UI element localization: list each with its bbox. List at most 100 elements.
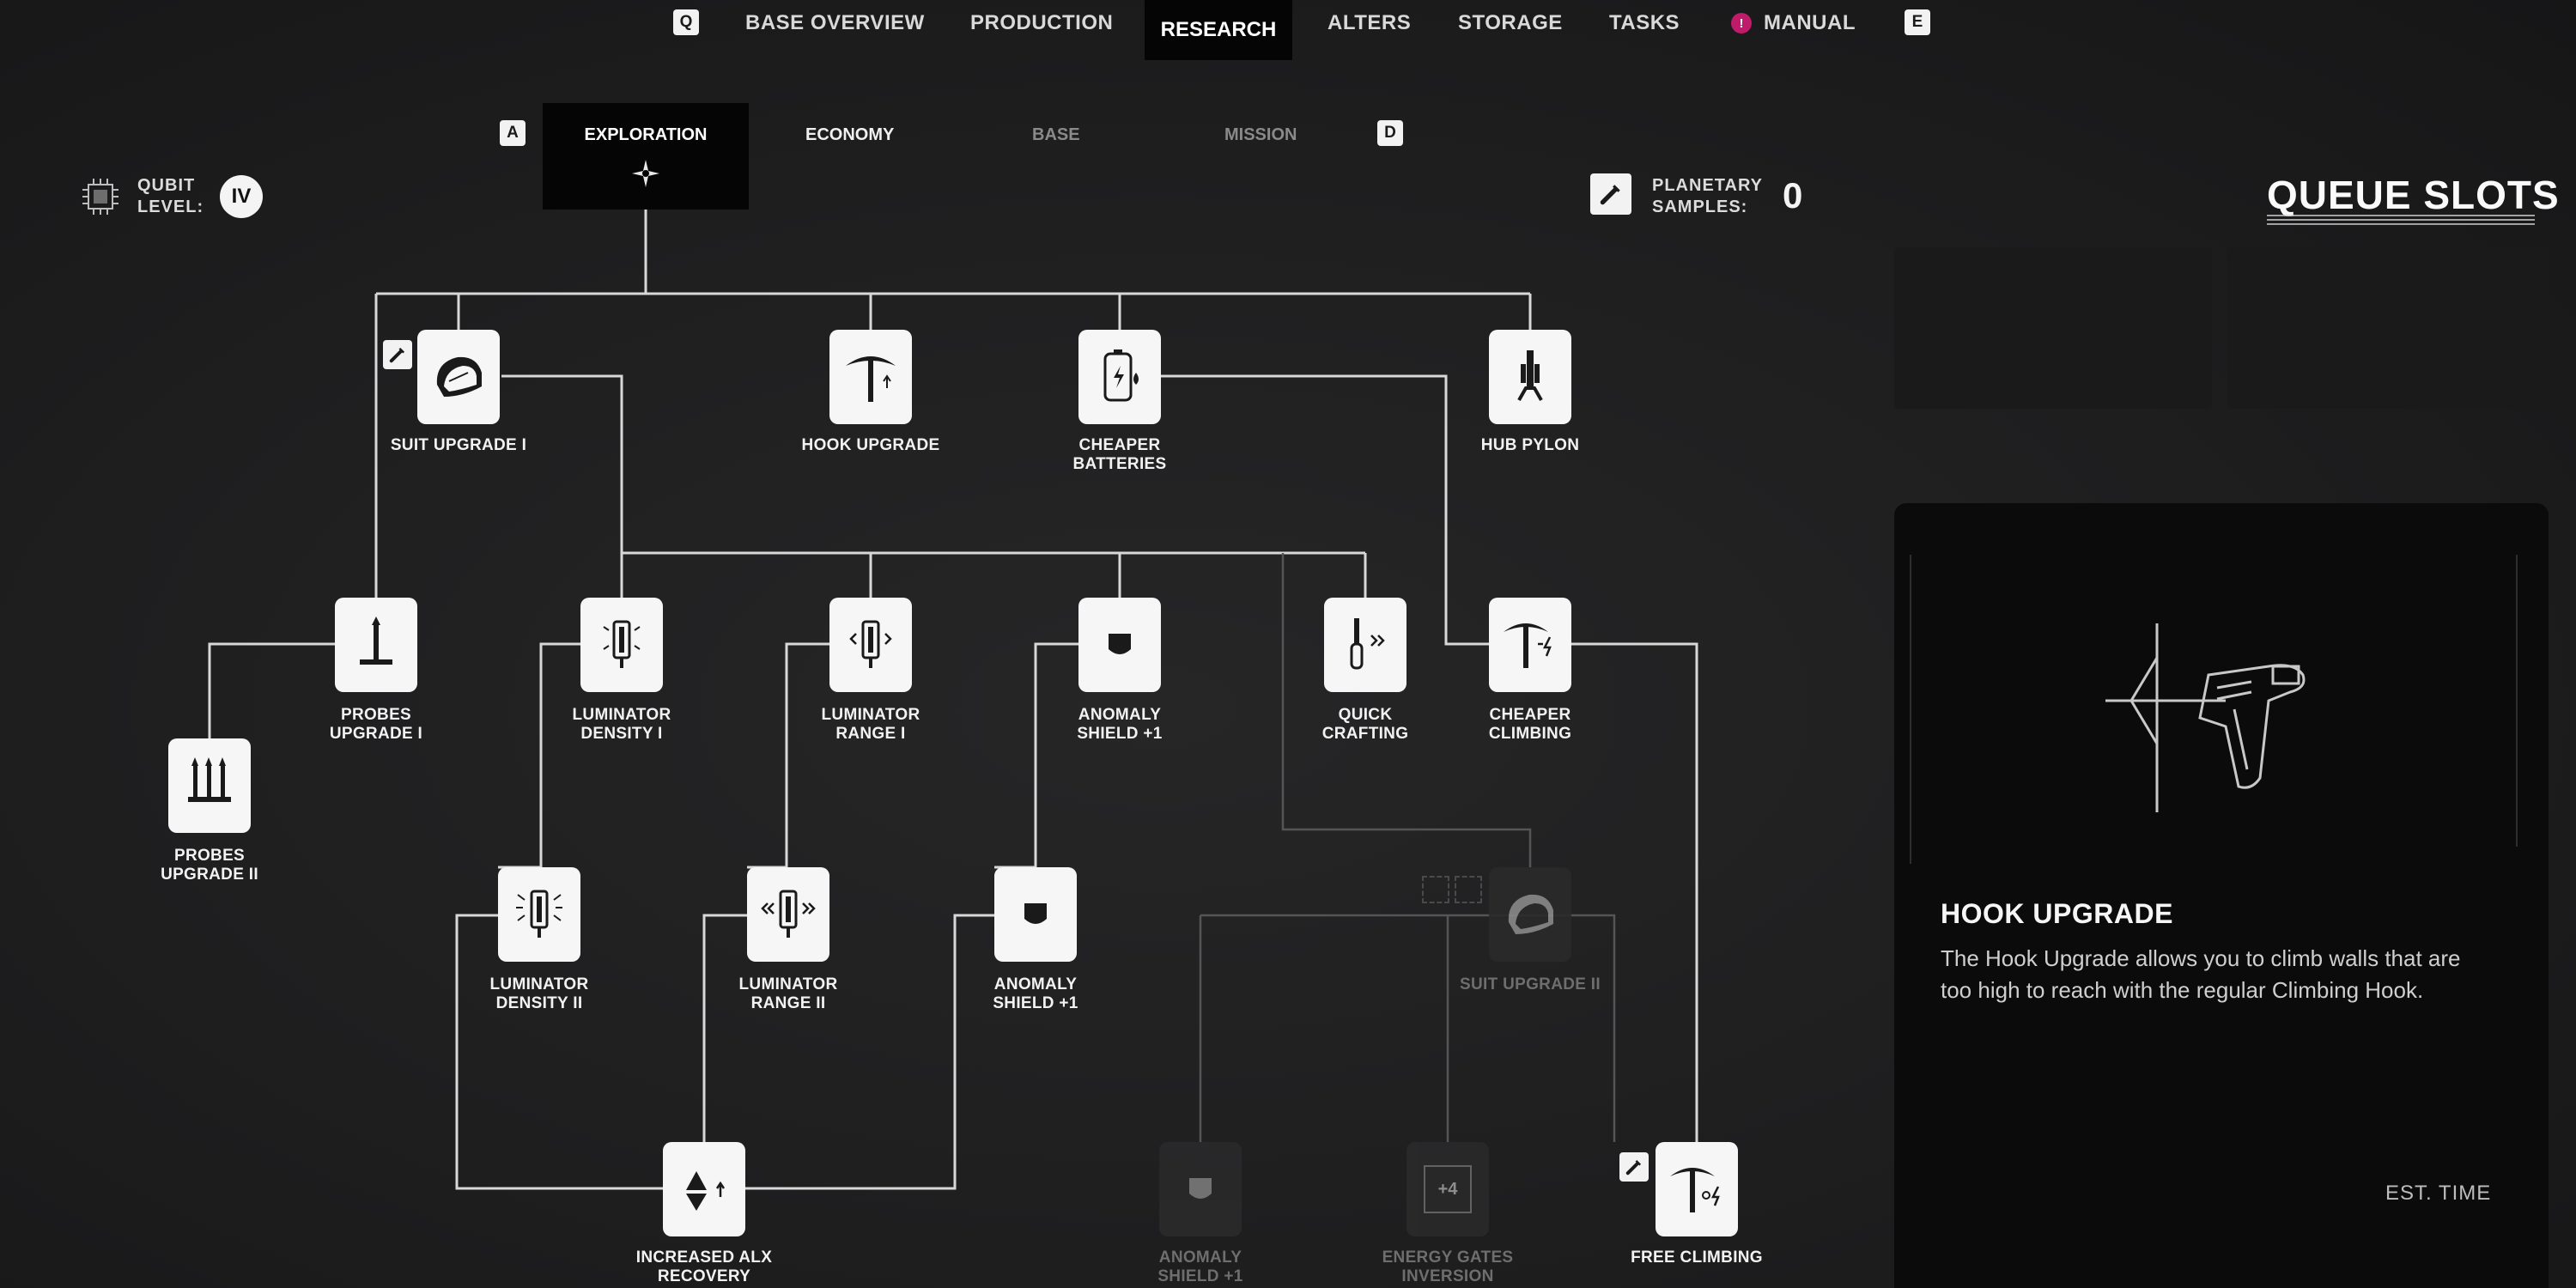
node-energy-gates-inversion[interactable]: +4 [1406, 1142, 1489, 1236]
battery-icon [1103, 349, 1139, 402]
node-hub-pylon-label: HUB PYLON [1480, 436, 1580, 454]
node-cheaper-climbing[interactable] [1489, 598, 1571, 692]
node-luminator-range-2-line1: LUMINATOR [738, 975, 838, 993]
planetary-samples-value: 0 [1783, 175, 1803, 216]
shield-icon [1024, 903, 1047, 924]
node-luminator-density-2-line2: DENSITY II [495, 994, 583, 1012]
node-suit-upgrade-2[interactable] [1489, 867, 1571, 962]
tab-tasks[interactable]: TASKS [1609, 10, 1680, 36]
qubit-level-label: QUBIT LEVEL: [137, 175, 204, 218]
alx-icon [686, 1171, 726, 1211]
pickaxe-discount-icon [1504, 623, 1552, 668]
qubit-level-value: IV [220, 175, 263, 218]
suit-helmet-icon [1508, 894, 1553, 934]
tab-alters[interactable]: ALTERS [1327, 10, 1411, 36]
node-hook-upgrade-label: HOOK UPGRADE [801, 436, 940, 454]
key-e-hint[interactable]: E [1905, 9, 1930, 35]
detail-description: The Hook Upgrade allows you to climb wal… [1941, 945, 2461, 1003]
node-probes-upgrade-2-line2: UPGRADE II [161, 866, 258, 884]
shield-icon [1109, 634, 1131, 654]
key-a-hint[interactable]: A [500, 120, 526, 146]
node-probes-upgrade-2-label: PROBES UPGRADE II [106, 847, 313, 884]
node-cheaper-climbing-label: CHEAPER CLIMBING [1427, 706, 1633, 744]
panel-edge-decoration [2509, 555, 2518, 847]
node-luminator-density-2-line1: LUMINATOR [489, 975, 589, 993]
locked-slot-placeholder [1455, 876, 1482, 903]
key-q-hint[interactable]: Q [673, 9, 699, 35]
node-luminator-range-1-line1: LUMINATOR [821, 706, 920, 724]
node-free-climbing[interactable] [1656, 1142, 1738, 1236]
tab-production[interactable]: PRODUCTION [970, 10, 1113, 36]
node-probes-upgrade-1[interactable] [335, 598, 417, 692]
node-luminator-density-1-label: LUMINATOR DENSITY I [519, 706, 725, 744]
top-nav: Q BASE OVERVIEW PRODUCTION RESEARCH ALTE… [0, 0, 2576, 60]
qubit-label-line1: QUBIT [137, 176, 196, 195]
node-anomaly-shield-2-line2: SHIELD +1 [993, 994, 1078, 1012]
node-probes-upgrade-1-line2: UPGRADE I [329, 725, 423, 743]
node-luminator-density-2[interactable] [498, 867, 580, 962]
node-anomaly-shield-2[interactable] [994, 867, 1077, 962]
shield-icon [1189, 1178, 1212, 1199]
research-detail-panel: HOOK UPGRADE The Hook Upgrade allows you… [1894, 503, 2549, 1288]
node-luminator-range-2-line2: RANGE II [750, 994, 826, 1012]
node-luminator-range-2-label: LUMINATOR RANGE II [685, 975, 891, 1013]
node-cheaper-batteries-line2: BATTERIES [1072, 455, 1167, 473]
node-cheaper-batteries-label: CHEAPER BATTERIES [1017, 436, 1223, 474]
node-anomaly-shield-3[interactable] [1159, 1142, 1242, 1236]
luminator-range-icon [849, 620, 892, 668]
detail-title: HOOK UPGRADE [1941, 898, 2173, 929]
tab-mission[interactable]: MISSION [1224, 125, 1297, 145]
energy-gates-icon: +4 [1424, 1165, 1472, 1213]
tab-manual[interactable]: MANUAL [1764, 10, 1856, 36]
pylon-icon [1517, 350, 1543, 401]
node-hook-upgrade[interactable] [829, 330, 912, 424]
node-probes-upgrade-1-line1: PROBES [340, 706, 412, 724]
node-cheaper-batteries[interactable] [1078, 330, 1161, 424]
node-luminator-range-1[interactable] [829, 598, 912, 692]
node-anomaly-shield-1-line1: ANOMALY [1078, 706, 1162, 724]
node-cheaper-batteries-line1: CHEAPER [1078, 436, 1161, 454]
planetary-samples-label: PLANETARY SAMPLES: [1652, 175, 1763, 218]
tab-base[interactable]: BASE [1032, 125, 1080, 145]
node-energy-gates-inversion-line2: INVERSION [1401, 1267, 1494, 1285]
luminator-icon [516, 890, 562, 938]
pickaxe-energy-icon [1670, 1168, 1720, 1212]
node-hub-pylon[interactable] [1489, 330, 1571, 424]
tab-exploration-label: EXPLORATION [584, 125, 708, 144]
queue-slot-1[interactable] [1894, 247, 2212, 409]
node-luminator-range-2[interactable] [747, 867, 829, 962]
locked-slot-placeholder [1422, 876, 1449, 903]
sample-icon [1590, 173, 1631, 215]
est-time-label: EST. TIME [2385, 1182, 2492, 1205]
node-increased-alx-recovery[interactable] [663, 1142, 745, 1236]
queue-slot-2[interactable] [2227, 247, 2549, 409]
probe-icon [360, 617, 392, 665]
tab-exploration[interactable]: EXPLORATION [543, 103, 749, 210]
node-anomaly-shield-3-label: ANOMALY SHIELD +1 [1097, 1249, 1303, 1286]
node-probes-upgrade-2[interactable] [168, 738, 251, 833]
tab-economy[interactable]: ECONOMY [805, 125, 894, 145]
manual-alert-icon: ! [1731, 13, 1752, 33]
node-anomaly-shield-3-line1: ANOMALY [1158, 1249, 1242, 1267]
node-suit-upgrade-2-label: SUIT UPGRADE II [1460, 975, 1601, 993]
node-anomaly-shield-1-line2: SHIELD +1 [1077, 725, 1163, 743]
node-luminator-range-1-line2: RANGE I [835, 725, 906, 743]
pickaxe-icon [846, 356, 896, 402]
node-luminator-density-1[interactable] [580, 598, 663, 692]
node-luminator-range-1-label: LUMINATOR RANGE I [768, 706, 974, 744]
samples-label-line2: SAMPLES: [1652, 197, 1748, 216]
node-suit-upgrade-1[interactable] [417, 330, 500, 424]
node-anomaly-shield-2-line1: ANOMALY [993, 975, 1078, 993]
node-luminator-density-1-line2: DENSITY I [580, 725, 663, 743]
tab-base-overview[interactable]: BASE OVERVIEW [745, 10, 925, 36]
node-anomaly-shield-1[interactable] [1078, 598, 1161, 692]
node-probes-upgrade-2-line1: PROBES [173, 847, 246, 865]
node-probes-upgrade-1-label: PROBES UPGRADE I [273, 706, 479, 744]
node-anomaly-shield-2-label: ANOMALY SHIELD +1 [933, 975, 1139, 1013]
key-d-hint[interactable]: D [1377, 120, 1403, 146]
tab-research[interactable]: RESEARCH [1145, 0, 1292, 60]
tab-storage[interactable]: STORAGE [1458, 10, 1563, 36]
node-cheaper-climbing-line2: CLIMBING [1488, 725, 1572, 743]
node-anomaly-shield-1-label: ANOMALY SHIELD +1 [1017, 706, 1223, 744]
node-quick-crafting[interactable] [1324, 598, 1406, 692]
